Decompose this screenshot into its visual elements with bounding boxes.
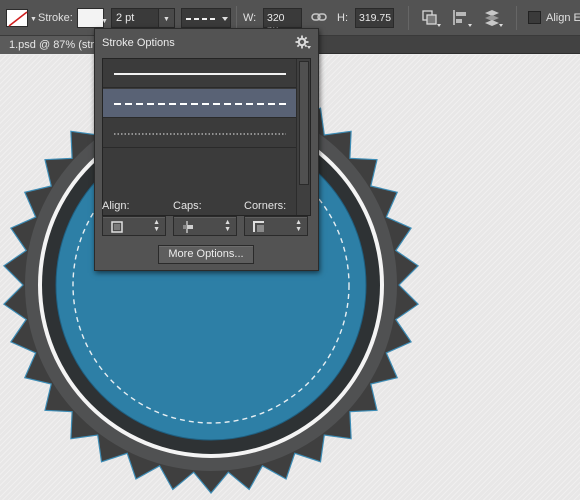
align-label: Align: (102, 200, 130, 212)
path-alignment-icon[interactable] (451, 8, 473, 28)
separator (236, 6, 237, 30)
separator (408, 6, 409, 30)
stroke-type-dotted[interactable] (103, 119, 296, 148)
align-edges-checkbox[interactable] (528, 11, 541, 24)
fill-dropdown-icon[interactable]: ▼ (30, 16, 37, 23)
chevron-down-icon: ▼ (163, 16, 170, 23)
more-options-button[interactable]: More Options... (158, 245, 254, 264)
stroke-width-field[interactable]: 2 pt (111, 8, 159, 28)
stroke-type-solid[interactable] (103, 59, 296, 88)
dotted-line-icon (114, 133, 286, 135)
align-center-icon (111, 221, 123, 233)
corners-label: Corners: (244, 200, 287, 212)
solid-line-icon (114, 73, 286, 75)
stroke-list-scrollbar[interactable] (296, 59, 310, 215)
fill-none-icon (8, 11, 28, 27)
link-icon[interactable] (311, 10, 327, 27)
stroke-type-dashed[interactable] (103, 89, 296, 118)
spinner-arrows-icon: ▲ ▼ (224, 219, 231, 233)
align-dropdown[interactable]: ▲ ▼ (102, 216, 166, 236)
scrollbar-thumb[interactable] (299, 61, 309, 185)
dashed-line-icon (114, 103, 286, 105)
document-tab-title: 1.psd @ 87% (stro (9, 39, 101, 51)
stroke-width-dropdown-button[interactable]: ▼ (159, 8, 175, 28)
stroke-color-swatch[interactable] (77, 8, 104, 28)
stroke-label: Stroke: (38, 12, 73, 24)
miter-corner-icon (253, 221, 264, 232)
path-operations-icon[interactable] (420, 8, 442, 28)
spinner-arrows-icon: ▲ ▼ (295, 219, 302, 233)
caps-label: Caps: (173, 200, 202, 212)
height-label: H: (337, 12, 348, 24)
stroke-type-dropdown[interactable] (181, 8, 231, 28)
corners-dropdown[interactable]: ▲ ▼ (244, 216, 308, 236)
width-field[interactable]: 320 px (263, 8, 302, 36)
separator (516, 6, 517, 30)
fill-swatch[interactable] (6, 9, 28, 27)
spinner-arrows-icon: ▲ ▼ (153, 219, 160, 233)
caps-dropdown[interactable]: ▲ ▼ (173, 216, 237, 236)
stroke-options-panel: Stroke Options Align: Caps: Corners: ▲ ▼… (94, 28, 319, 271)
gear-icon[interactable] (295, 35, 311, 52)
align-edges-label: Align Edges (546, 12, 580, 24)
width-label: W: (243, 12, 257, 24)
dashed-line-icon (186, 17, 228, 21)
butt-cap-icon (183, 221, 193, 233)
stroke-type-list (102, 58, 311, 216)
panel-title: Stroke Options (102, 37, 175, 49)
height-field[interactable]: 319.75 (355, 8, 394, 28)
path-arrangement-icon[interactable] (482, 8, 504, 28)
stroke-color-dropdown-icon[interactable]: ▼ (101, 18, 108, 25)
